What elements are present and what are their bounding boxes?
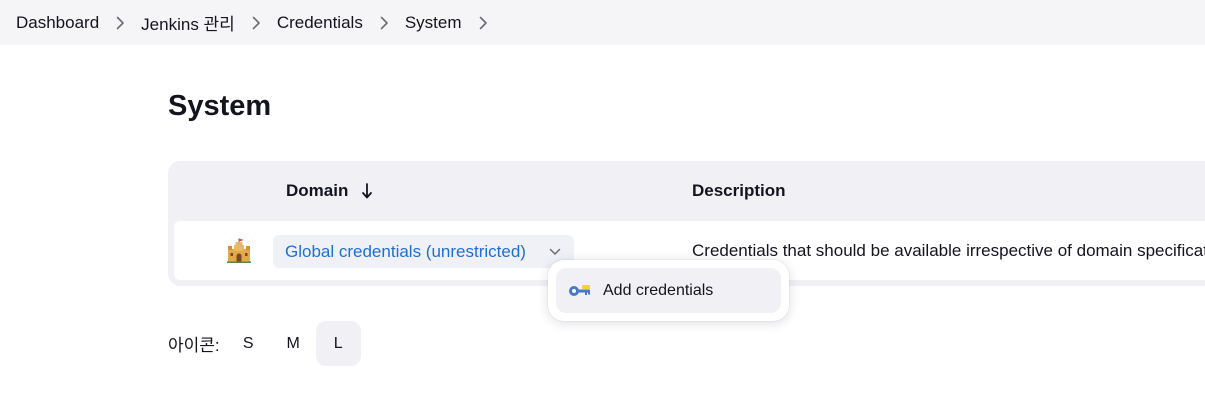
castle-icon xyxy=(226,238,252,264)
icon-size-medium-button[interactable]: M xyxy=(271,321,316,366)
breadcrumb: Dashboard Jenkins 관리 Credentials System xyxy=(0,0,1205,45)
domain-dropdown-menu: Add credentials xyxy=(548,260,789,321)
breadcrumb-item-system[interactable]: System xyxy=(405,13,462,33)
chevron-right-icon[interactable] xyxy=(116,16,125,30)
column-header-domain-label: Domain xyxy=(286,181,349,200)
breadcrumb-item-credentials[interactable]: Credentials xyxy=(277,13,363,33)
menu-item-label: Add credentials xyxy=(603,281,714,299)
domain-pill: Global credentials (unrestricted) xyxy=(273,235,574,268)
chevron-right-icon[interactable] xyxy=(479,16,488,30)
down-arrow-icon[interactable] xyxy=(362,183,373,199)
breadcrumb-item-jenkins-manage[interactable]: Jenkins 관리 xyxy=(141,10,235,35)
column-header-domain[interactable]: Domain xyxy=(286,161,373,221)
icon-size-label: 아이콘: xyxy=(168,336,220,355)
column-header-description: Description xyxy=(692,181,786,200)
breadcrumb-item-dashboard[interactable]: Dashboard xyxy=(16,13,99,33)
chevron-right-icon[interactable] xyxy=(252,16,261,30)
page-title: System xyxy=(168,90,272,122)
chevron-right-icon[interactable] xyxy=(380,16,389,30)
chevron-down-icon[interactable] xyxy=(548,245,562,259)
icon-size-selector: 아이콘: S M L xyxy=(168,321,361,366)
domain-link-global-credentials[interactable]: Global credentials (unrestricted) xyxy=(273,242,526,262)
menu-item-add-credentials[interactable]: Add credentials xyxy=(556,268,781,313)
key-icon xyxy=(568,279,592,303)
icon-size-small-button[interactable]: S xyxy=(226,321,271,366)
icon-size-large-button[interactable]: L xyxy=(315,321,361,366)
